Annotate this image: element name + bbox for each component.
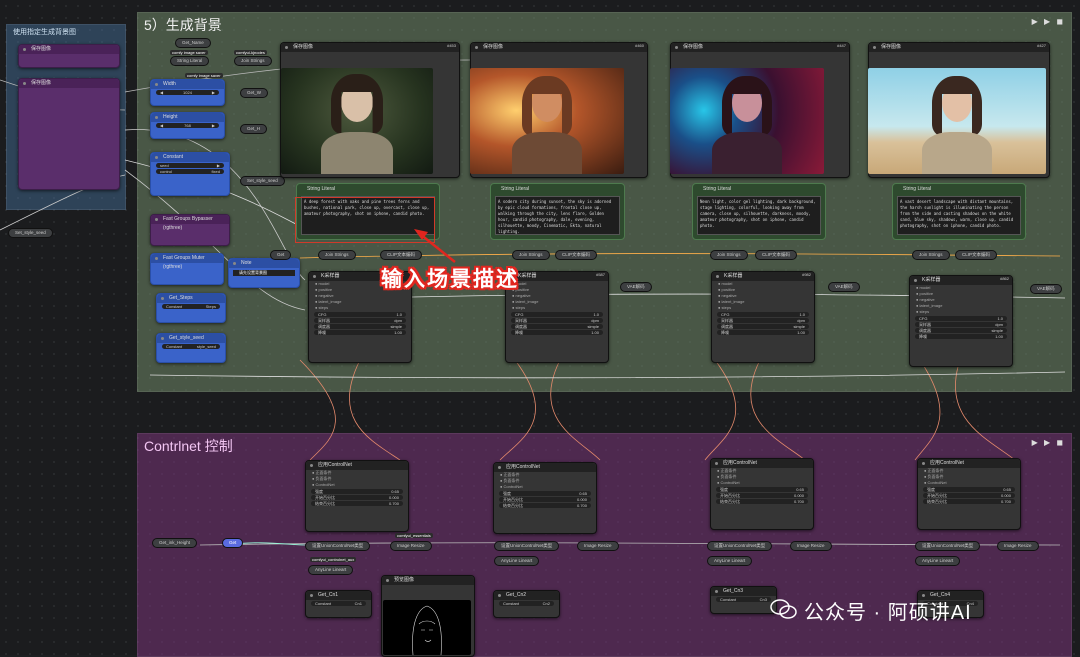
get-cn1-header: Get_Cn1 bbox=[306, 591, 371, 600]
cn-end-widget[interactable]: 结束百分比 0.700 bbox=[716, 499, 808, 504]
set-union-4[interactable]: 设置UnionControlNet类型 bbox=[915, 541, 981, 551]
cn-input-controlnet: ● ControlNet bbox=[924, 480, 947, 485]
cn-input-controlnet: ● ControlNet bbox=[500, 484, 523, 489]
cn2-widget[interactable]: Constant Cn2 bbox=[499, 601, 554, 606]
tag-essentials-1: comfyui_essentials bbox=[395, 533, 433, 538]
cn-input-controlnet: ● ControlNet bbox=[312, 482, 335, 487]
get-cn2-node[interactable]: Get_Cn2 Constant Cn2 bbox=[493, 590, 560, 618]
lineart-2[interactable]: AnyLine Lineart bbox=[494, 556, 540, 566]
image-resize-2[interactable]: Image Resize bbox=[577, 541, 619, 551]
get-cn3-node[interactable]: Get_Cn3 Constant Cn3 bbox=[710, 586, 777, 614]
wechat-logo-icon bbox=[770, 599, 797, 619]
apply-controlnet-3[interactable]: 应用ControlNet ● 正面条件 ● 负面条件 ● ControlNet … bbox=[710, 458, 814, 530]
cn3-widget[interactable]: Constant Cn3 bbox=[716, 597, 771, 602]
image-resize-1[interactable]: Image Resize bbox=[390, 541, 432, 551]
cn-strength-widget[interactable]: 强度 0.65 bbox=[311, 489, 403, 494]
image-resize-4[interactable]: Image Resize bbox=[997, 541, 1039, 551]
cn1-widget[interactable]: Constant Cn1 bbox=[311, 601, 366, 606]
cn-end-widget[interactable]: 结束百分比 0.700 bbox=[499, 503, 591, 508]
get-cn1-node[interactable]: Get_Cn1 Constant Cn1 bbox=[305, 590, 372, 618]
cn-strength-widget[interactable]: 强度 0.65 bbox=[923, 487, 1015, 492]
cn-end-widget[interactable]: 结束百分比 0.700 bbox=[311, 501, 403, 506]
lineart-1[interactable]: AnyLine Lineart bbox=[308, 565, 354, 575]
lineart-3[interactable]: AnyLine Lineart bbox=[707, 556, 753, 566]
cn-start-widget[interactable]: 开始百分比 0.000 bbox=[716, 493, 808, 498]
apply-controlnet-2[interactable]: 应用ControlNet ● 正面条件 ● 负面条件 ● ControlNet … bbox=[493, 462, 597, 534]
lineart-4[interactable]: AnyLine Lineart bbox=[915, 556, 961, 566]
get-ink-height-node[interactable]: Get_ink_Height bbox=[152, 538, 198, 548]
set-union-2[interactable]: 设置UnionControlNet类型 bbox=[494, 541, 560, 551]
apply-controlnet-1-header: 应用ControlNet bbox=[306, 461, 408, 470]
cn-end-widget[interactable]: 结束百分比 0.700 bbox=[923, 499, 1015, 504]
watermark-text: 公众号 · 阿硕讲AI bbox=[804, 602, 972, 624]
apply-controlnet-3-header: 应用ControlNet bbox=[711, 459, 813, 468]
cn-start-widget[interactable]: 开始百分比 0.000 bbox=[923, 493, 1015, 498]
lineart-sketch bbox=[412, 605, 442, 655]
cn-start-widget[interactable]: 开始百分比 0.000 bbox=[311, 495, 403, 500]
cn-start-widget[interactable]: 开始百分比 0.000 bbox=[499, 497, 591, 502]
tag-aux-1: comfyui_controlnet_aux bbox=[310, 557, 357, 562]
image-resize-3[interactable]: Image Resize bbox=[790, 541, 832, 551]
apply-controlnet-4-header: 应用ControlNet bbox=[918, 459, 1020, 468]
apply-controlnet-2-header: 应用ControlNet bbox=[494, 463, 596, 472]
get-cn2-header: Get_Cn2 bbox=[494, 591, 559, 600]
get-cn3-header: Get_Cn3 bbox=[711, 587, 776, 596]
apply-controlnet-1[interactable]: 应用ControlNet ● 正面条件 ● 负面条件 ● ControlNet … bbox=[305, 460, 409, 532]
get-pill-blue[interactable]: Get bbox=[222, 538, 244, 548]
preview-image-header: 预览图像 bbox=[382, 576, 474, 585]
apply-controlnet-4[interactable]: 应用ControlNet ● 正面条件 ● 负面条件 ● ControlNet … bbox=[917, 458, 1021, 530]
cn-strength-widget[interactable]: 强度 0.65 bbox=[716, 487, 808, 492]
set-union-3[interactable]: 设置UnionControlNet类型 bbox=[707, 541, 773, 551]
cn-input-controlnet: ● ControlNet bbox=[717, 480, 740, 485]
set-union-1[interactable]: 设置UnionControlNet类型 bbox=[305, 541, 371, 551]
lineart-preview-image[interactable] bbox=[383, 600, 471, 655]
cn-strength-widget[interactable]: 强度 0.65 bbox=[499, 491, 591, 496]
